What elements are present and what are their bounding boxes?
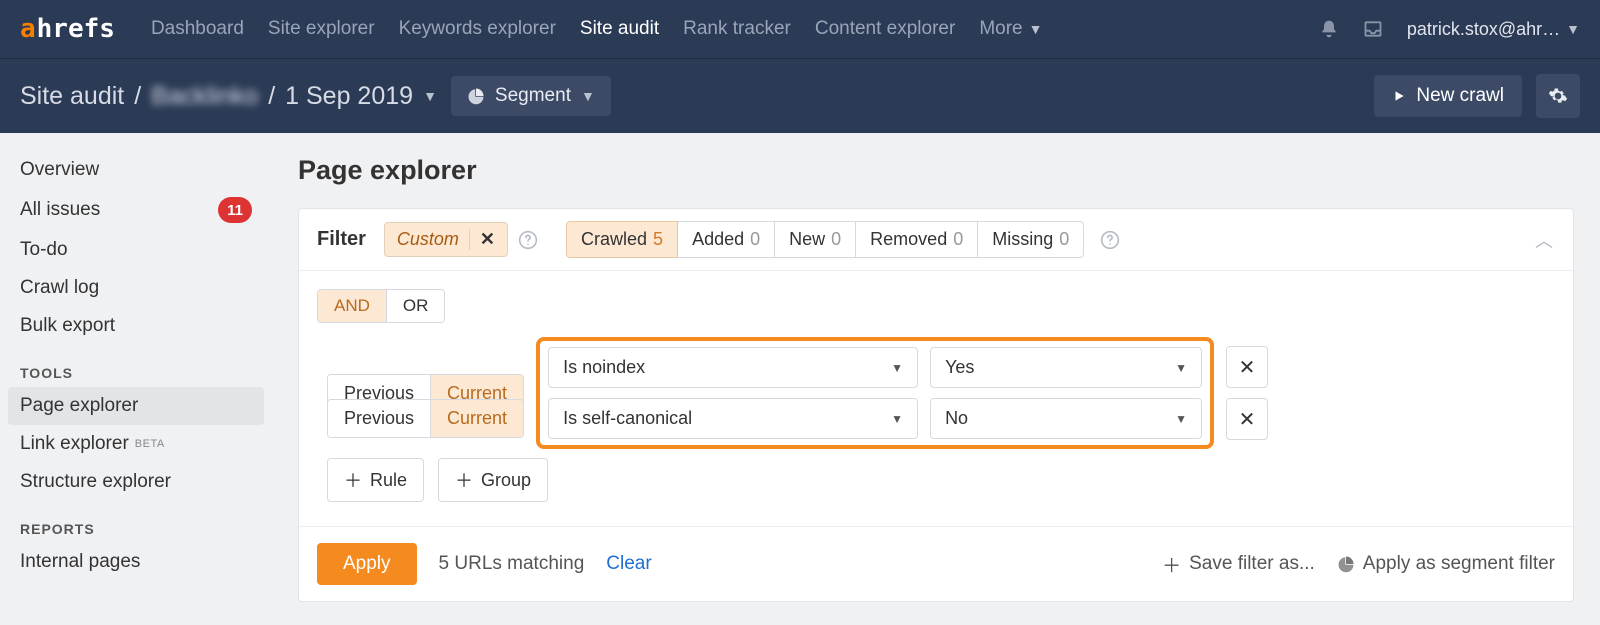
segment-new[interactable]: New0 <box>775 221 856 258</box>
chip-close-icon[interactable]: ✕ <box>469 229 495 250</box>
top-nav: ahrefs Dashboard Site explorer Keywords … <box>0 0 1600 58</box>
rule-value-dropdown[interactable]: No▼ <box>930 398 1202 439</box>
sidebar: Overview All issues 11 To-do Crawl log B… <box>0 133 272 624</box>
nav-more-label: More <box>979 18 1022 40</box>
pie-icon <box>1337 555 1355 573</box>
beta-tag: BETA <box>135 438 165 450</box>
sidebar-item-bulk-export[interactable]: Bulk export <box>0 307 272 345</box>
help-icon[interactable] <box>518 230 538 250</box>
sidebar-item-all-issues[interactable]: All issues 11 <box>0 189 272 231</box>
content: Page explorer Filter Custom ✕ Crawled5 A… <box>272 133 1600 624</box>
nav-rank-tracker[interactable]: Rank tracker <box>683 18 791 40</box>
remove-rule-button[interactable]: ✕ <box>1226 398 1268 440</box>
secondary-bar: Site audit / Backlinko / 1 Sep 2019 ▼ Se… <box>0 58 1600 133</box>
chip-label: Custom <box>397 229 459 250</box>
rule-field-dropdown[interactable]: Is noindex▼ <box>548 347 918 388</box>
sidebar-item-internal-pages[interactable]: Internal pages <box>0 543 272 581</box>
logic-and[interactable]: AND <box>318 290 386 322</box>
rule-value-dropdown[interactable]: Yes▼ <box>930 347 1202 388</box>
add-row: ＋Rule ＋Group <box>317 458 1555 502</box>
highlight-annotation: Is noindex▼ Yes▼ Is self-canonical▼ No▼ <box>536 337 1214 449</box>
crumb-root[interactable]: Site audit <box>20 82 124 111</box>
crumb-project[interactable]: Backlinko <box>151 82 258 111</box>
segment-added[interactable]: Added0 <box>678 221 775 258</box>
user-label: patrick.stox@ahr… <box>1407 19 1560 40</box>
nav-more[interactable]: More ▼ <box>979 18 1042 40</box>
logo-rest: hrefs <box>37 14 115 44</box>
collapse-icon[interactable]: ︿ <box>1535 227 1553 253</box>
filter-heading: Filter <box>317 228 366 251</box>
crumb-date[interactable]: 1 Sep 2019 <box>285 82 413 111</box>
play-icon <box>1392 89 1406 103</box>
plus-icon: ＋ <box>344 467 362 493</box>
chevron-down-icon: ▼ <box>581 88 595 104</box>
filter-panel: Filter Custom ✕ Crawled5 Added0 New0 Rem… <box>298 208 1574 602</box>
apply-button[interactable]: Apply <box>317 543 417 585</box>
nav-dashboard[interactable]: Dashboard <box>151 18 244 40</box>
sidebar-section-reports: REPORTS <box>0 501 272 543</box>
sidebar-item-link-explorer[interactable]: Link explorer BETA <box>0 425 272 463</box>
filter-builder: AND OR Previous Current Is noindex▼ Yes▼ <box>299 271 1573 527</box>
pie-icon <box>467 87 485 105</box>
logic-or[interactable]: OR <box>386 290 445 322</box>
page-title: Page explorer <box>298 155 1574 186</box>
logo-a: a <box>20 14 36 44</box>
previous-button[interactable]: Previous <box>328 400 430 437</box>
logic-toggle: AND OR <box>317 289 445 323</box>
plus-icon: ＋ <box>455 467 473 493</box>
chevron-down-icon: ▼ <box>1175 361 1187 375</box>
add-group-button[interactable]: ＋Group <box>438 458 548 502</box>
chevron-down-icon: ▼ <box>891 361 903 375</box>
settings-button[interactable] <box>1536 74 1580 118</box>
clear-link[interactable]: Clear <box>606 553 651 575</box>
nav-site-explorer[interactable]: Site explorer <box>268 18 375 40</box>
remove-rule-button[interactable]: ✕ <box>1226 346 1268 388</box>
segment-label: Segment <box>495 85 571 107</box>
segment-removed[interactable]: Removed0 <box>856 221 978 258</box>
bell-icon[interactable] <box>1319 19 1339 39</box>
add-rule-button[interactable]: ＋Rule <box>327 458 424 502</box>
help-icon[interactable] <box>1100 230 1120 250</box>
filter-chip-custom: Custom ✕ <box>384 222 508 257</box>
segment-button[interactable]: Segment ▼ <box>451 76 611 116</box>
chevron-down-icon: ▼ <box>1566 21 1580 37</box>
nav-site-audit[interactable]: Site audit <box>580 18 659 40</box>
segment-tabs: Crawled5 Added0 New0 Removed0 Missing0 <box>566 221 1084 258</box>
sidebar-item-crawl-log[interactable]: Crawl log <box>0 269 272 307</box>
sidebar-item-todo[interactable]: To-do <box>0 231 272 269</box>
rule-field-dropdown[interactable]: Is self-canonical▼ <box>548 398 918 439</box>
issues-badge: 11 <box>218 197 252 223</box>
sidebar-item-structure-explorer[interactable]: Structure explorer <box>0 463 272 501</box>
chevron-down-icon: ▼ <box>1175 412 1187 426</box>
filter-footer: Apply 5 URLs matching Clear ＋Save filter… <box>299 527 1573 601</box>
new-crawl-label: New crawl <box>1416 85 1504 107</box>
chevron-down-icon[interactable]: ▼ <box>423 88 437 104</box>
user-menu[interactable]: patrick.stox@ahr… ▼ <box>1407 19 1580 40</box>
plus-icon: ＋ <box>1162 551 1181 578</box>
current-button[interactable]: Current <box>430 400 523 437</box>
inbox-icon[interactable] <box>1363 19 1383 39</box>
save-filter-button[interactable]: ＋Save filter as... <box>1162 551 1315 578</box>
gear-icon <box>1548 86 1568 106</box>
nav-keywords-explorer[interactable]: Keywords explorer <box>399 18 556 40</box>
filter-row: Filter Custom ✕ Crawled5 Added0 New0 Rem… <box>299 209 1573 271</box>
chevron-down-icon: ▼ <box>891 412 903 426</box>
matching-text: 5 URLs matching <box>439 553 585 575</box>
sidebar-item-overview[interactable]: Overview <box>0 151 272 189</box>
new-crawl-button[interactable]: New crawl <box>1374 75 1522 117</box>
sidebar-section-tools: TOOLS <box>0 345 272 387</box>
chevron-down-icon: ▼ <box>1029 21 1043 37</box>
apply-segment-button[interactable]: Apply as segment filter <box>1337 553 1555 575</box>
segment-missing[interactable]: Missing0 <box>978 221 1084 258</box>
prev-cur-toggle: Previous Current <box>327 399 524 438</box>
segment-crawled[interactable]: Crawled5 <box>566 221 678 258</box>
nav-content-explorer[interactable]: Content explorer <box>815 18 955 40</box>
logo[interactable]: ahrefs <box>20 14 115 44</box>
sidebar-item-page-explorer[interactable]: Page explorer <box>8 387 264 425</box>
breadcrumb: Site audit / Backlinko / 1 Sep 2019 ▼ <box>20 82 437 111</box>
